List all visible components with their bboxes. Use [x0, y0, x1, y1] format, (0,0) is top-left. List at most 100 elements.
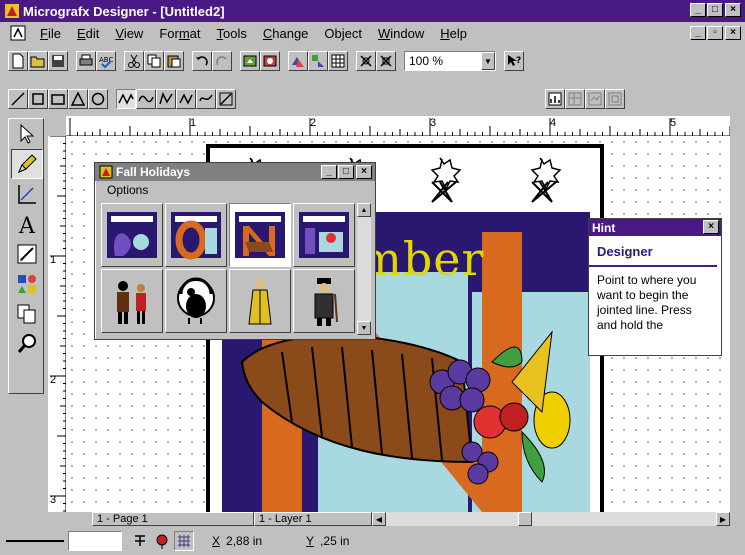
horizontal-scroll-track[interactable] [386, 512, 716, 526]
palette-close-button[interactable]: × [356, 165, 372, 179]
map-icon [588, 92, 602, 106]
open-button[interactable] [28, 51, 48, 71]
minimize-button[interactable]: _ [690, 3, 706, 17]
clipart-item[interactable] [101, 269, 163, 333]
zoom-fit-button[interactable] [356, 51, 376, 71]
circle-tool-button[interactable] [88, 89, 108, 109]
zoom-page-button[interactable] [376, 51, 396, 71]
layer-tab[interactable]: 1 - Layer 1 [254, 512, 372, 526]
redo-button[interactable] [212, 51, 232, 71]
export-button[interactable] [260, 51, 280, 71]
zoom-tool[interactable] [11, 329, 43, 359]
scroll-right-icon[interactable]: ▶ [716, 512, 730, 526]
chart-tool-button[interactable] [545, 89, 565, 109]
text-tool[interactable]: A [11, 209, 43, 239]
chevron-down-icon[interactable]: ▼ [481, 52, 495, 70]
grid-button[interactable] [328, 51, 348, 71]
horizontal-ruler: 1 2 3 4 5 [66, 116, 730, 136]
palette-title-bar[interactable]: Fall Holidays _ □ × [95, 163, 375, 181]
palette-scrollbar[interactable]: ▲ ▼ [357, 203, 371, 335]
square-tool-button[interactable] [28, 89, 48, 109]
clipart-item-selected[interactable] [229, 203, 291, 267]
menu-object[interactable]: Object [316, 26, 370, 41]
zoom-select[interactable]: 100 % ▼ [404, 51, 496, 71]
menu-edit[interactable]: Edit [69, 26, 107, 41]
clipart-item[interactable] [229, 269, 291, 333]
pointer-tool[interactable] [11, 119, 43, 149]
bezier-tool-button[interactable] [176, 89, 196, 109]
fall-holidays-palette[interactable]: Fall Holidays _ □ × Options ▲ ▼ [94, 162, 376, 340]
spell-button[interactable]: ABC [96, 51, 116, 71]
curve-tool-button[interactable] [136, 89, 156, 109]
scroll-thumb[interactable] [518, 512, 532, 526]
hint-close-button[interactable]: × [703, 220, 719, 234]
polyline-tool-button[interactable] [156, 89, 176, 109]
doc-restore-button[interactable]: ▫ [707, 26, 723, 40]
rectangle-tool-button[interactable] [48, 89, 68, 109]
scroll-down-icon[interactable]: ▼ [357, 321, 371, 335]
palette-options-menu[interactable]: Options [95, 181, 375, 199]
text-a-icon: A [18, 214, 36, 236]
grid-snap-icon[interactable] [174, 531, 194, 551]
symbol-tool[interactable] [11, 269, 43, 299]
page-tab[interactable]: 1 - Page 1 [92, 512, 254, 526]
hint-title-bar[interactable]: Hint × [589, 219, 721, 236]
pencil-tool[interactable] [11, 149, 43, 179]
palette-maximize-button[interactable]: □ [338, 165, 354, 179]
flower-icon[interactable] [152, 531, 172, 551]
menu-window[interactable]: Window [370, 26, 432, 41]
close-button[interactable]: × [725, 3, 741, 17]
triangle-tool-button[interactable] [68, 89, 88, 109]
map-tool-button[interactable] [585, 89, 605, 109]
clipart-item[interactable] [293, 203, 355, 267]
doc-minimize-button[interactable]: _ [690, 26, 706, 40]
jointed-line-tool-button[interactable] [116, 89, 136, 109]
save-button[interactable] [48, 51, 68, 71]
snap-icon[interactable] [130, 531, 150, 551]
paste-button[interactable] [164, 51, 184, 71]
print-button[interactable] [76, 51, 96, 71]
menu-help[interactable]: Help [432, 26, 475, 41]
dimension-tool[interactable] [11, 179, 43, 209]
fill-tool[interactable] [11, 239, 43, 269]
svg-text:ABC: ABC [99, 56, 113, 64]
arrange-button[interactable] [288, 51, 308, 71]
context-help-button[interactable]: ? [504, 51, 524, 71]
freehand-tool-button[interactable] [196, 89, 216, 109]
undo-button[interactable] [192, 51, 212, 71]
clipart-item[interactable] [165, 203, 227, 267]
menu-change[interactable]: Change [255, 26, 317, 41]
horizontal-scroll-row: 1 - Page 1 1 - Layer 1 ◀ ▶ [66, 512, 730, 526]
scroll-left-icon[interactable]: ◀ [372, 512, 386, 526]
clipart-item[interactable] [101, 203, 163, 267]
ruler-mark-4: 4 [550, 117, 557, 129]
x-coordinate-value: 2,88 in [226, 534, 263, 548]
fill-color-swatch[interactable] [68, 531, 122, 551]
menu-view[interactable]: View [107, 26, 151, 41]
frame-tool-button[interactable] [605, 89, 625, 109]
table-tool-button[interactable] [565, 89, 585, 109]
hint-window[interactable]: Hint × Designer Point to where you want … [588, 218, 722, 356]
clipart-item[interactable] [293, 269, 355, 333]
clipart-item[interactable] [165, 269, 227, 333]
line-style-preview[interactable] [6, 540, 64, 542]
import-button[interactable] [240, 51, 260, 71]
scroll-up-icon[interactable]: ▲ [357, 203, 371, 217]
menu-tools[interactable]: Tools [209, 26, 255, 41]
copy-button[interactable] [144, 51, 164, 71]
line-tool-button[interactable] [8, 89, 28, 109]
object-tool[interactable] [11, 299, 43, 329]
palette-minimize-button[interactable]: _ [321, 165, 337, 179]
cut-button[interactable] [124, 51, 144, 71]
clipart-grid [101, 203, 363, 335]
group-button[interactable] [308, 51, 328, 71]
new-button[interactable] [8, 51, 28, 71]
maximize-button[interactable]: □ [707, 3, 723, 17]
vertical-scrollbar[interactable] [730, 116, 745, 526]
connector-tool-button[interactable] [216, 89, 236, 109]
wheat-sheaf-icon [430, 157, 462, 203]
menu-file[interactable]: File [32, 26, 69, 41]
doc-close-button[interactable]: × [725, 26, 741, 40]
menu-format[interactable]: Format [151, 26, 208, 41]
document-icon[interactable] [10, 25, 26, 41]
